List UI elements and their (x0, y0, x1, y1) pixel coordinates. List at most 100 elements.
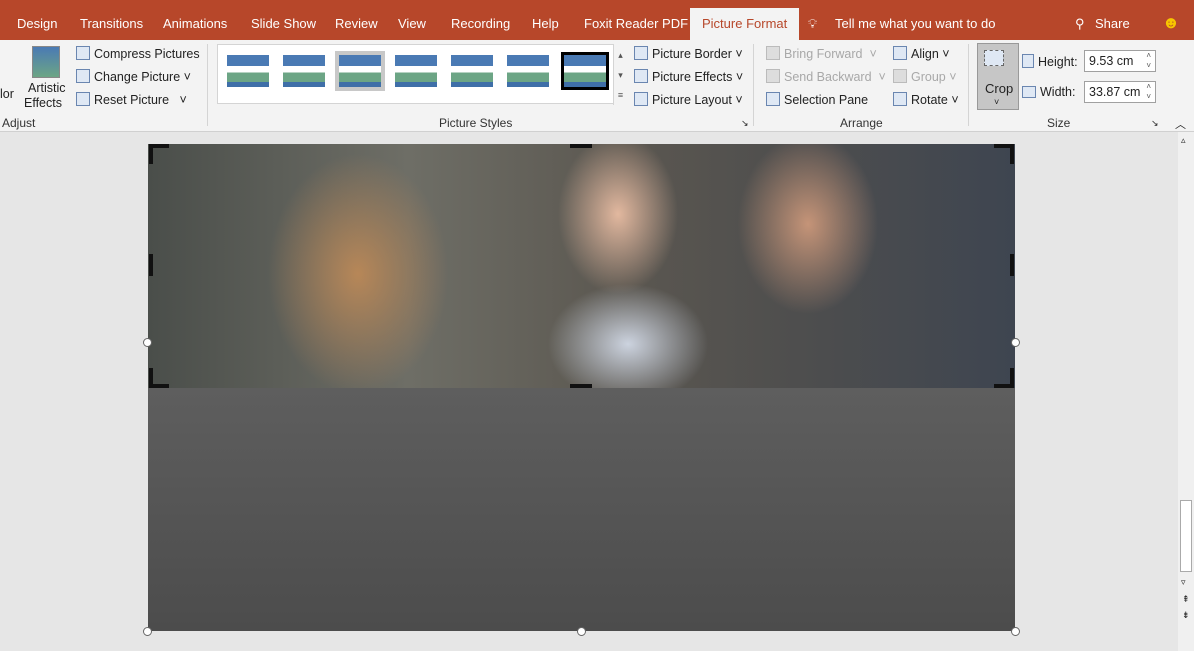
width-text: Width: (1040, 85, 1076, 99)
width-label: Width: (1022, 85, 1075, 99)
next-slide-icon[interactable]: ⇟ (1182, 610, 1190, 621)
send-backward-label: Send Backward (784, 70, 872, 84)
change-picture-icon (76, 69, 90, 83)
scroll-down-icon[interactable]: ▿ (1181, 577, 1186, 588)
height-input[interactable]: 9.53 cm ˄ ˅ (1084, 50, 1156, 72)
divider (968, 44, 969, 126)
reset-icon (76, 92, 90, 106)
tab-help[interactable]: Help (532, 16, 559, 31)
picture-layout-button[interactable]: Picture Layout ˅ (634, 92, 743, 107)
selection-pane-label: Selection Pane (784, 93, 869, 107)
group-arrange: Arrange (840, 116, 883, 130)
resize-handle[interactable] (1011, 338, 1020, 347)
style-thumb[interactable] (227, 55, 269, 87)
align-icon (893, 46, 907, 60)
reset-label: Reset Picture (94, 93, 170, 107)
height-text: Height: (1038, 55, 1078, 69)
cropped-out-area[interactable] (148, 388, 1015, 631)
crop-handle-corner[interactable] (994, 144, 1014, 164)
crop-handle-top[interactable] (570, 144, 592, 148)
tab-transitions[interactable]: Transitions (80, 16, 143, 31)
scroll-thumb[interactable] (1180, 500, 1192, 572)
color-button[interactable]: lor (0, 87, 14, 101)
dialog-launcher-icon[interactable]: ↘ (741, 118, 749, 129)
resize-handle[interactable] (1011, 627, 1020, 636)
artistic-effects-label[interactable]: Artistic (28, 81, 66, 95)
send-backward-icon (766, 69, 780, 83)
group-icon (893, 69, 907, 83)
height-label: Height: (1022, 54, 1078, 69)
ribbon-tabs: Design Transitions Animations Slide Show… (0, 0, 1194, 40)
tab-design[interactable]: Design (17, 16, 57, 31)
crop-handle-bottom[interactable] (570, 384, 592, 388)
align-label: Align (911, 47, 939, 61)
scroll-up-icon[interactable]: ▵ (1181, 135, 1186, 146)
height-value: 9.53 cm (1089, 54, 1134, 68)
rotate-label: Rotate (911, 93, 948, 107)
artistic-effects-label2[interactable]: Effects (24, 96, 62, 110)
style-thumb[interactable] (335, 51, 385, 91)
width-value: 33.87 cm (1089, 85, 1141, 99)
size-dialog-launcher-icon[interactable]: ↘ (1151, 118, 1159, 129)
layout-icon (634, 92, 648, 106)
share-button[interactable]: Share (1095, 16, 1130, 31)
style-thumb[interactable] (507, 55, 549, 87)
artistic-effects-icon (32, 46, 60, 78)
tab-view[interactable]: View (398, 16, 426, 31)
picture-selected[interactable] (148, 144, 1015, 388)
picture-styles-gallery[interactable]: ▴ ▾ ≡ (217, 44, 623, 105)
group-button: Group ˅ (893, 69, 957, 84)
crop-handle-corner[interactable] (994, 368, 1014, 388)
height-spinner[interactable]: ˄ ˅ (1146, 51, 1151, 71)
resize-handle[interactable] (143, 627, 152, 636)
resize-handle[interactable] (577, 627, 586, 636)
resize-handle[interactable] (143, 338, 152, 347)
compress-pictures-button[interactable]: Compress Pictures (76, 46, 200, 61)
chevron-down-icon: ˅ (994, 97, 1000, 107)
reset-picture-button[interactable]: Reset Picture ˅ (76, 92, 187, 107)
selection-pane-button[interactable]: Selection Pane (766, 92, 868, 107)
group-adjust: Adjust (2, 116, 36, 130)
width-input[interactable]: 33.87 cm ˄ ˅ (1084, 81, 1156, 103)
crop-handle-corner[interactable] (149, 368, 169, 388)
crop-handle-right[interactable] (1010, 254, 1014, 276)
smiley-icon[interactable]: ☻ (1162, 13, 1180, 33)
crop-handle-corner[interactable] (149, 144, 169, 164)
border-label: Picture Border (652, 47, 732, 61)
style-thumb[interactable] (395, 55, 437, 87)
picture-border-button[interactable]: Picture Border ˅ (634, 46, 743, 61)
tab-slide-show[interactable]: Slide Show (251, 16, 316, 31)
crop-handle-left[interactable] (149, 254, 153, 276)
bring-forward-label: Bring Forward (784, 47, 863, 61)
layout-label: Picture Layout (652, 93, 732, 107)
send-backward-button: Send Backward ˅ (766, 69, 886, 84)
style-thumb[interactable] (451, 55, 493, 87)
change-picture-button[interactable]: Change Picture ˅ (76, 69, 191, 84)
previous-slide-icon[interactable]: ⇞ (1182, 594, 1190, 605)
tab-review[interactable]: Review (335, 16, 378, 31)
width-spinner[interactable]: ˄ ˅ (1146, 82, 1151, 102)
slide-canvas (0, 132, 1178, 651)
style-thumb[interactable] (283, 55, 325, 87)
tab-foxit[interactable]: Foxit Reader PDF (584, 16, 688, 31)
selection-pane-icon (766, 92, 780, 106)
tab-picture-format[interactable]: Picture Format (690, 8, 800, 40)
bring-forward-icon (766, 46, 780, 60)
compress-label: Compress Pictures (94, 47, 200, 61)
tab-recording[interactable]: Recording (451, 16, 510, 31)
style-thumb[interactable] (561, 52, 609, 90)
tab-animations[interactable]: Animations (163, 16, 227, 31)
rotate-button[interactable]: Rotate ˅ (893, 92, 959, 107)
divider (753, 44, 754, 126)
tell-me-search[interactable]: Tell me what you want to do (835, 16, 995, 31)
group-label: Group (911, 70, 946, 84)
lightbulb-icon: 💡︎ (808, 16, 818, 31)
width-icon (1022, 86, 1036, 98)
gallery-scroll[interactable]: ▴ ▾ ≡ (613, 45, 627, 105)
vertical-scrollbar[interactable]: ▵ ▿ ⇞ ⇟ (1178, 132, 1194, 651)
crop-button[interactable]: Crop ˅ (977, 43, 1019, 110)
align-button[interactable]: Align ˅ (893, 46, 950, 61)
collapse-ribbon-icon[interactable]: ︿ (1175, 116, 1186, 132)
picture-effects-button[interactable]: Picture Effects ˅ (634, 69, 743, 84)
compress-icon (76, 46, 90, 60)
